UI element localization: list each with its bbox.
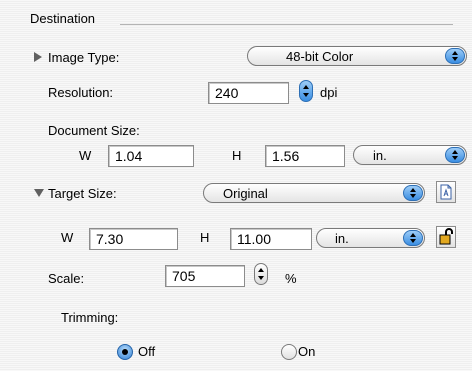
document-size-unit-popup[interactable]: in.: [353, 145, 467, 165]
popup-arrows-icon: [403, 185, 423, 201]
target-size-label: Target Size:: [48, 186, 117, 201]
document-icon-button[interactable]: [436, 181, 456, 203]
popup-arrows-icon: [445, 147, 465, 163]
trimming-on-radio[interactable]: [281, 344, 297, 360]
disclosure-triangle-down-icon[interactable]: [34, 189, 44, 197]
document-size-w-input[interactable]: 1.04: [108, 145, 194, 167]
target-size-w-input[interactable]: 7.30: [89, 228, 178, 250]
target-size-unit-popup[interactable]: in.: [316, 228, 425, 248]
document-size-h-value: 1.56: [272, 148, 300, 164]
document-size-label: Document Size:: [48, 123, 140, 138]
scale-input[interactable]: 705: [165, 265, 245, 287]
scale-stepper[interactable]: [254, 263, 268, 285]
resolution-value: 240: [215, 85, 239, 101]
trimming-label: Trimming:: [61, 310, 119, 325]
resolution-label: Resolution:: [48, 85, 114, 100]
scale-label: Scale:: [48, 271, 85, 286]
resolution-unit: dpi: [320, 85, 338, 100]
image-type-label: Image Type:: [48, 50, 120, 65]
trimming-on-label[interactable]: On: [298, 344, 315, 360]
trimming-off-radio[interactable]: [117, 344, 133, 360]
resolution-input[interactable]: 240: [208, 82, 289, 104]
image-type-value: 48-bit Color: [286, 49, 354, 64]
scale-unit: %: [285, 271, 297, 286]
padlock-icon-button[interactable]: [436, 226, 456, 248]
document-size-h-input[interactable]: 1.56: [265, 145, 345, 167]
document-size-h-label: H: [232, 148, 242, 163]
target-size-h-value: 11.00: [237, 231, 271, 247]
target-size-w-value: 7.30: [96, 231, 124, 247]
trimming-off-label[interactable]: Off: [138, 344, 155, 360]
scale-value: 705: [172, 268, 196, 284]
document-icon: [440, 184, 452, 200]
document-size-w-value: 1.04: [115, 148, 143, 164]
document-size-w-label: W: [79, 148, 92, 163]
target-size-unit-value: in.: [335, 231, 349, 246]
destination-title: Destination: [30, 11, 96, 26]
target-size-popup[interactable]: Original: [203, 183, 425, 203]
disclosure-triangle-right-icon[interactable]: [34, 52, 42, 62]
popup-arrows-icon: [403, 230, 423, 246]
target-size-value: Original: [223, 186, 268, 201]
image-type-popup[interactable]: 48-bit Color: [247, 46, 467, 66]
popup-arrows-icon: [445, 48, 465, 64]
target-size-h-input[interactable]: 11.00: [230, 228, 312, 250]
destination-separator: [120, 24, 453, 25]
padlock-icon: [439, 228, 453, 245]
target-size-w-label: W: [61, 230, 74, 245]
target-size-h-label: H: [200, 230, 210, 245]
resolution-stepper[interactable]: [299, 80, 313, 102]
document-size-unit-value: in.: [373, 148, 387, 163]
